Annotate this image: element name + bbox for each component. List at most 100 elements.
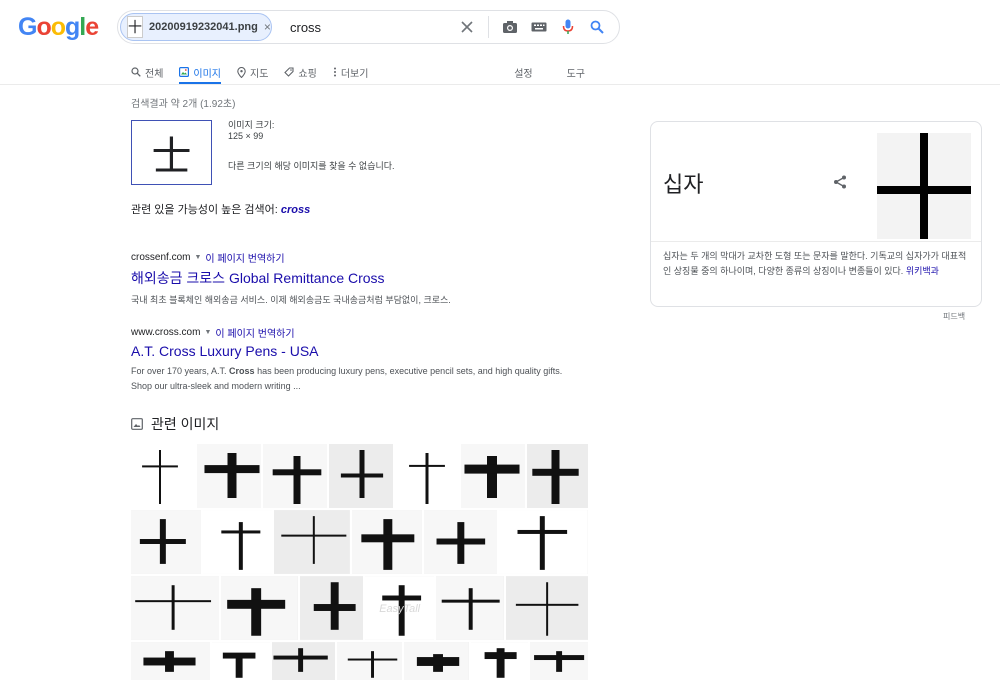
related-query: 관련 있을 가능성이 높은 검색어: cross [131, 201, 310, 217]
keyboard-icon[interactable] [531, 19, 547, 35]
tab-more[interactable]: 더보기 [333, 60, 368, 84]
related-image-thumbnail[interactable] [274, 510, 351, 574]
related-image-thumbnail[interactable] [211, 642, 271, 680]
related-images-grid: EasyTall [131, 444, 589, 680]
related-query-label: 관련 있을 가능성이 높은 검색어: [131, 204, 278, 216]
mic-icon[interactable] [560, 19, 576, 35]
image-row [131, 510, 588, 574]
chip-close-icon[interactable]: × [264, 20, 271, 34]
svg-text:EasyTall: EasyTall [379, 603, 420, 615]
related-image-thumbnail[interactable] [423, 510, 498, 574]
related-image-thumbnail[interactable]: EasyTall [364, 576, 435, 640]
kp-description: 십자는 두 개의 막대가 교차한 도형 또는 문자를 말한다. 기독교의 십자가… [663, 249, 973, 279]
related-image-thumbnail[interactable] [529, 642, 589, 680]
related-images-title: 관련 이미지 [151, 416, 220, 432]
logo-letter: g [65, 13, 80, 41]
query-image-thumbnail[interactable]: 士 [131, 120, 212, 185]
search-result: crossenf.com ▼ 이 페이지 번역하기 해외송금 크로스 Globa… [131, 250, 571, 308]
related-image-thumbnail[interactable] [395, 444, 459, 508]
related-image-thumbnail[interactable] [263, 444, 327, 508]
tab-label: 지도 [250, 68, 269, 80]
result-title[interactable]: A.T. Cross Luxury Pens - USA [131, 343, 571, 359]
related-image-thumbnail[interactable] [499, 510, 588, 574]
caret-down-icon[interactable]: ▼ [204, 329, 211, 336]
related-image-thumbnail[interactable] [404, 642, 469, 680]
logo-letter: G [18, 13, 37, 41]
logo-letter: o [50, 13, 66, 41]
search-icon[interactable] [589, 19, 605, 35]
related-image-thumbnail[interactable] [221, 576, 298, 640]
translate-link[interactable]: 이 페이지 번역하기 [205, 250, 284, 265]
related-image-thumbnail[interactable] [470, 642, 528, 680]
related-image-thumbnail[interactable] [299, 576, 363, 640]
image-row [131, 444, 588, 508]
result-title[interactable]: 해외송금 크로스 Global Remittance Cross [131, 268, 571, 288]
result-snippet: 국내 최초 블록체인 해외송금 서비스. 이제 해외송금도 국내송금처럼 부담없… [131, 295, 451, 305]
image-size-value: 125 × 99 [228, 131, 264, 141]
other-sizes-text: 다른 크기의 해당 이미지를 찾을 수 없습니다. [228, 161, 395, 171]
google-logo[interactable]: Google [18, 13, 99, 42]
snippet-text: For over 170 years, A.T. [131, 366, 230, 376]
tab-all[interactable]: 전체 [131, 60, 163, 84]
result-snippet: For over 170 years, A.T. Cross has been … [131, 364, 571, 394]
related-image-thumbnail[interactable] [131, 576, 220, 640]
image-icon [131, 418, 143, 430]
related-image-thumbnail[interactable] [352, 510, 422, 574]
search-divider [488, 16, 489, 38]
wikipedia-link[interactable]: 위키백과 [906, 266, 939, 276]
image-row: EasyTall [131, 576, 588, 640]
feedback-link[interactable]: 피드백 [943, 311, 965, 322]
search-box[interactable]: 十 20200919232041.png × cross [117, 10, 620, 44]
kp-divider [651, 241, 981, 242]
tools-link[interactable]: 도구 [567, 60, 585, 84]
tab-label: 쇼핑 [298, 68, 317, 80]
image-chip[interactable]: 十 20200919232041.png × [120, 13, 272, 41]
caret-down-icon[interactable]: ▼ [194, 254, 201, 261]
related-image-thumbnail[interactable] [329, 444, 393, 508]
result-url[interactable]: crossenf.com [131, 252, 190, 263]
camera-icon[interactable] [502, 19, 518, 35]
image-size-label: 이미지 크기: [228, 120, 275, 130]
result-url-line: crossenf.com ▼ 이 페이지 번역하기 [131, 250, 571, 265]
result-url[interactable]: www.cross.com [131, 327, 200, 338]
search-tabs: 전체 이미지 지도 쇼핑 더보기 설정 도구 [131, 60, 601, 85]
search-icon [131, 67, 141, 77]
header-divider [0, 84, 1000, 85]
tab-label: 전체 [145, 68, 164, 80]
settings-link[interactable]: 설정 [514, 60, 532, 84]
translate-link[interactable]: 이 페이지 번역하기 [215, 325, 294, 340]
related-image-thumbnail[interactable] [131, 510, 201, 574]
chip-thumbnail: 十 [127, 16, 143, 38]
kp-title: 십자 [663, 172, 704, 197]
tab-images[interactable]: 이미지 [179, 60, 222, 85]
search-result: www.cross.com ▼ 이 페이지 번역하기 A.T. Cross Lu… [131, 325, 571, 394]
chip-filename: 20200919232041.png [149, 21, 258, 33]
related-image-thumbnail[interactable] [272, 642, 336, 680]
tab-shopping[interactable]: 쇼핑 [284, 60, 317, 84]
related-query-link[interactable]: cross [281, 204, 310, 216]
image-row [131, 642, 589, 680]
related-image-thumbnail[interactable] [131, 642, 210, 680]
logo-letter: e [85, 13, 99, 41]
tab-maps[interactable]: 지도 [237, 60, 268, 84]
search-input[interactable]: cross [290, 20, 459, 35]
tag-icon [284, 67, 294, 77]
related-image-thumbnail[interactable] [131, 444, 195, 508]
related-image-thumbnail[interactable] [436, 576, 504, 640]
kp-cross-image[interactable] [877, 133, 971, 239]
share-icon[interactable] [832, 174, 848, 190]
related-image-thumbnail[interactable] [202, 510, 273, 574]
related-image-thumbnail[interactable] [461, 444, 525, 508]
related-image-thumbnail[interactable] [197, 444, 261, 508]
tab-label: 이미지 [193, 68, 222, 80]
related-image-thumbnail[interactable] [337, 642, 403, 680]
related-images-heading: 관련 이미지 [131, 414, 219, 434]
related-image-thumbnail[interactable] [505, 576, 588, 640]
result-url-line: www.cross.com ▼ 이 페이지 번역하기 [131, 325, 571, 340]
clear-icon[interactable] [459, 19, 475, 35]
more-vertical-icon [333, 67, 336, 77]
image-size-info: 이미지 크기: 125 × 99 [228, 120, 274, 142]
image-icon [179, 67, 190, 77]
related-image-thumbnail[interactable] [527, 444, 588, 508]
map-pin-icon [237, 66, 246, 78]
